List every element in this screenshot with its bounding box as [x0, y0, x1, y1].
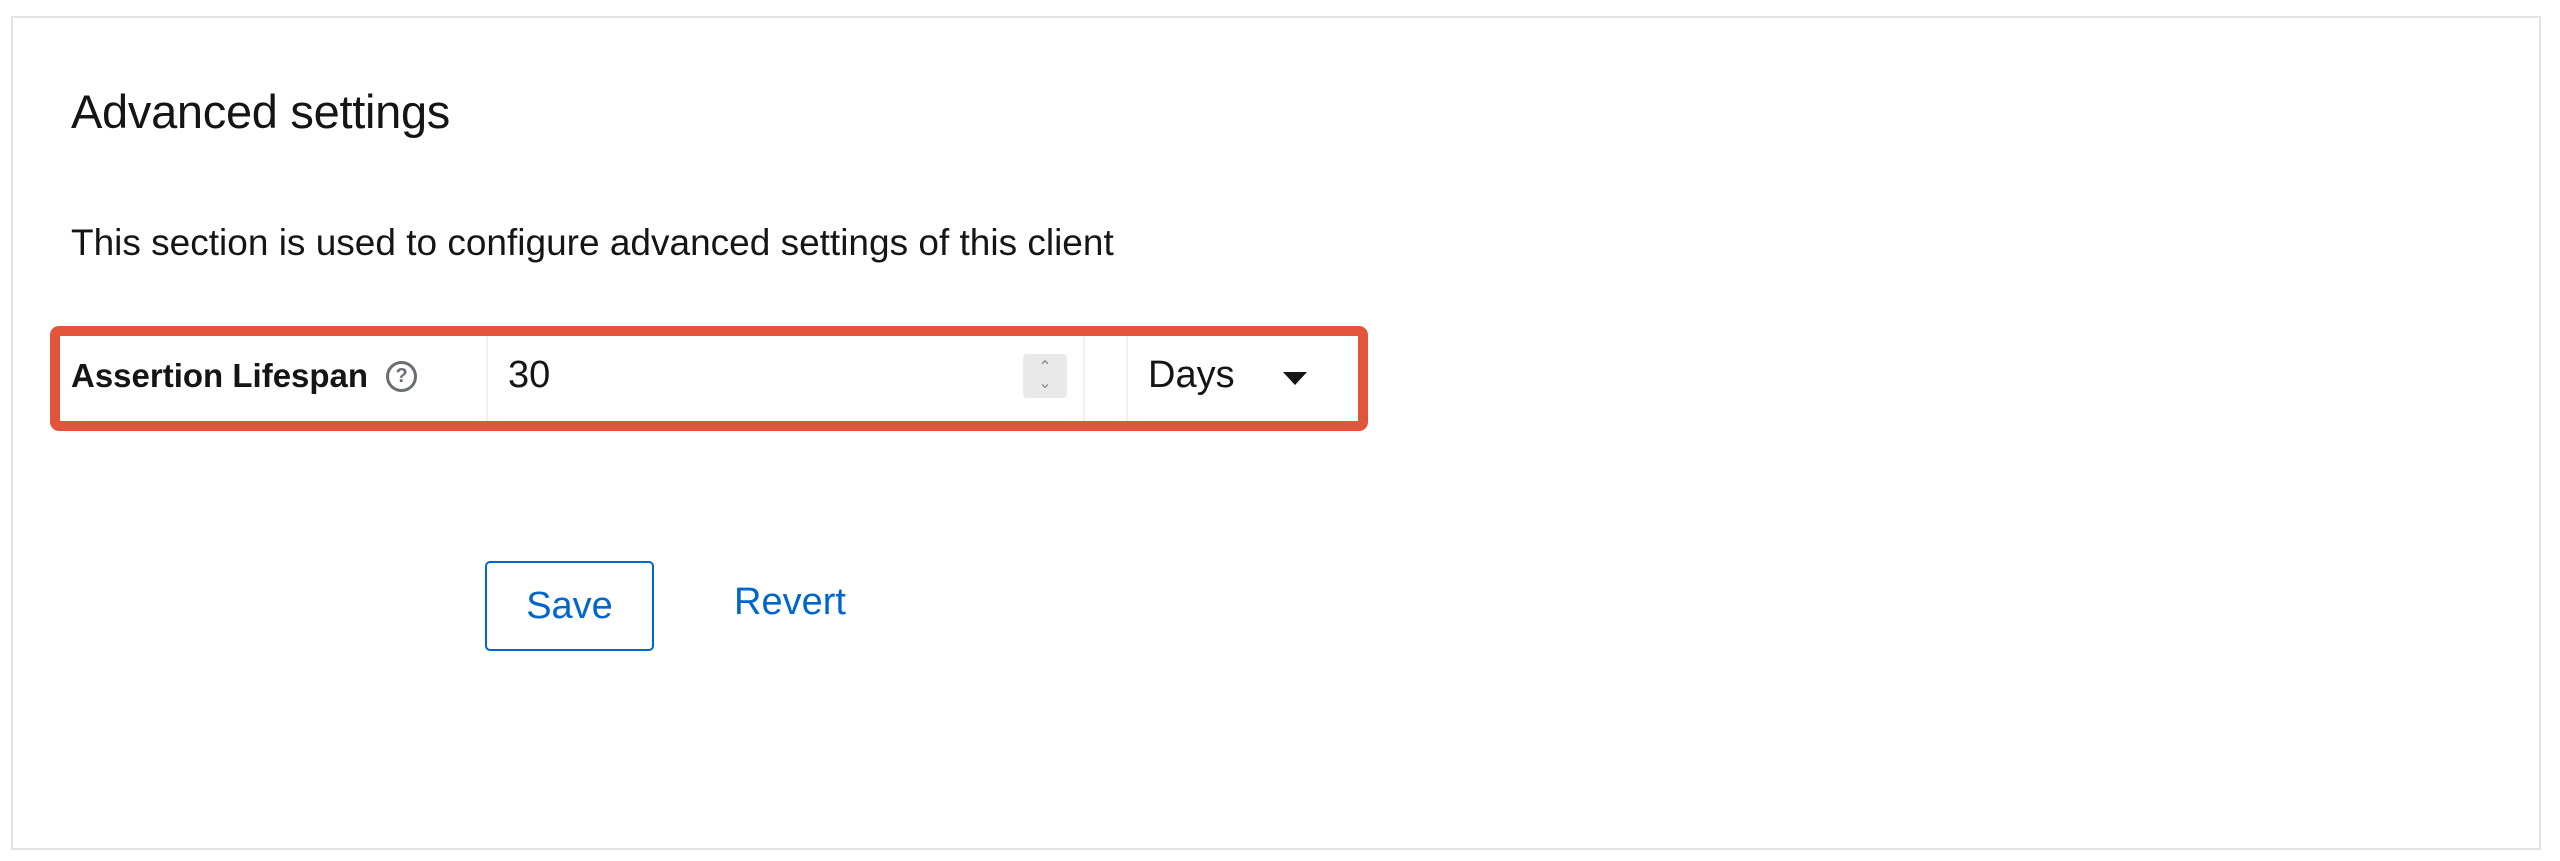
section-description: This section is used to configure advanc…	[71, 222, 1114, 263]
chevron-up-icon[interactable]: ⌃	[1038, 360, 1051, 376]
number-spinner[interactable]: ⌃ ⌄	[1023, 354, 1067, 398]
help-circle-icon[interactable]: ?	[386, 360, 418, 392]
assertion-lifespan-label-group: Assertion Lifespan ?	[71, 357, 418, 395]
time-unit-value[interactable]: Days	[1148, 354, 1235, 397]
assertion-lifespan-label: Assertion Lifespan	[71, 357, 369, 394]
assertion-lifespan-value[interactable]: 30	[508, 354, 550, 397]
save-button[interactable]: Save	[485, 561, 654, 651]
time-unit-select[interactable]: Days	[1126, 336, 1348, 421]
revert-button[interactable]: Revert	[734, 581, 846, 624]
section-title: Advanced settings	[71, 85, 450, 138]
chevron-down-icon[interactable]: ⌄	[1038, 376, 1051, 392]
caret-down-icon[interactable]	[1283, 372, 1307, 385]
advanced-settings-panel	[11, 16, 2541, 850]
assertion-lifespan-input[interactable]: 30 ⌃ ⌄	[486, 336, 1085, 421]
